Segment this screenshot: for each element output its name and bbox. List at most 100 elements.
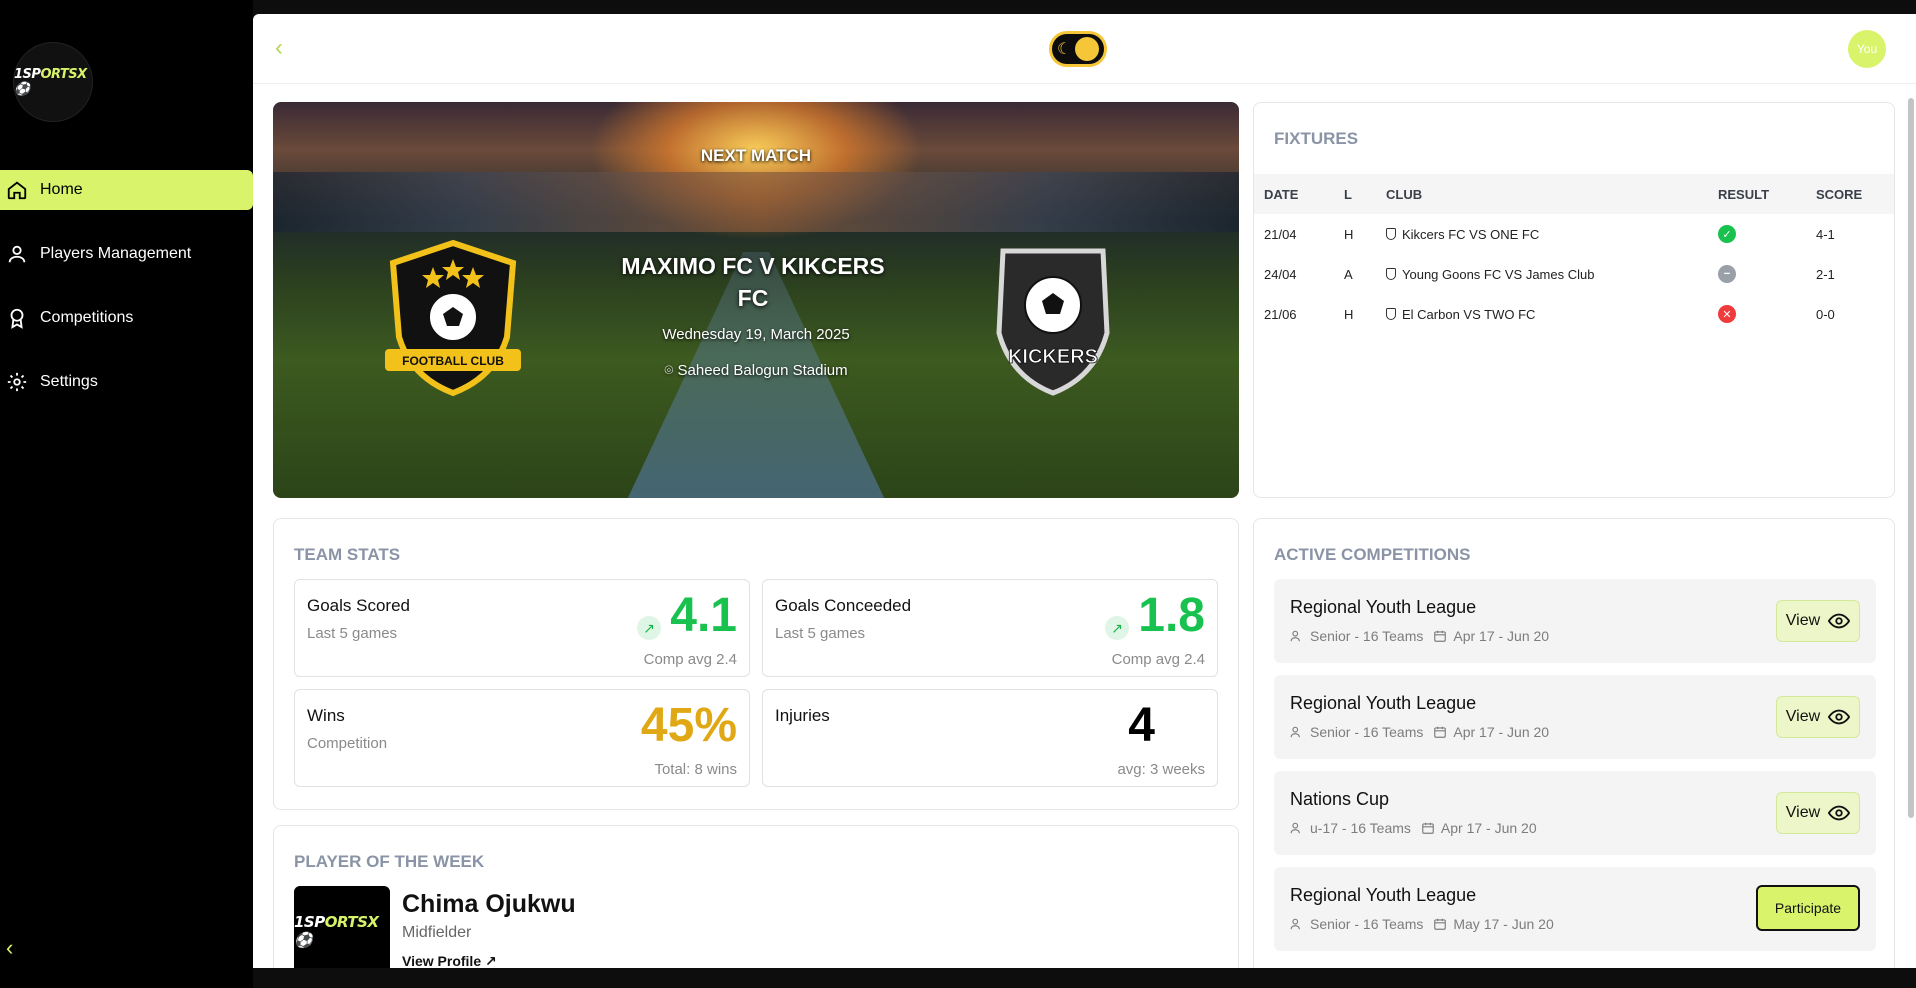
fixture-score: 4-1 [1816, 226, 1835, 242]
column-header-result: RESULT [1718, 186, 1770, 202]
eye-icon [1828, 805, 1851, 821]
player-of-week-card: PLAYER OF THE WEEK 1SPORTSX⚽ Chima Ojukw… [273, 825, 1239, 968]
sidebar-item-label: Settings [40, 373, 98, 390]
x-circle-icon: ✕ [1718, 305, 1736, 323]
match-title: MAXIMO FC V KIKCERS FC [621, 253, 885, 311]
location-pin-icon: ⌾ [664, 362, 674, 379]
competition-meta: Senior - 16 Teams Apr 17 - Jun 20 [1290, 628, 1549, 644]
next-match-banner: NEXT MATCH FOOTBALL CLUB MAXIMO FC V KIK… [273, 102, 1239, 498]
view-button[interactable]: View [1776, 600, 1860, 642]
avatar[interactable]: You [1848, 30, 1886, 68]
stat-sub: Competition [307, 735, 388, 752]
sidebar-item-label: Players Management [40, 245, 192, 262]
view-button[interactable]: View [1776, 792, 1860, 834]
home-icon [7, 181, 27, 200]
fixture-score: 2-1 [1816, 266, 1835, 282]
fixture-date: 24/04 [1264, 266, 1297, 282]
stat-sub: Last 5 games [775, 625, 866, 642]
sidebar-item-competitions[interactable]: Competitions [0, 298, 253, 338]
trend-up-icon: ↗ [1105, 616, 1129, 640]
stat-goals-conceded: Goals Conceeded Last 5 games ↗ 1.8 Comp … [762, 579, 1218, 677]
stat-foot: Total: 8 wins [654, 761, 737, 778]
trend-up-icon: ↗ [637, 616, 661, 640]
competition-meta: Senior - 16 Teams May 17 - Jun 20 [1290, 916, 1554, 932]
sidebar-item-home[interactable]: Home [0, 170, 253, 210]
stat-wins: Wins Competition 45% Total: 8 wins [294, 689, 750, 787]
active-competitions-title: ACTIVE COMPETITIONS [1274, 545, 1471, 564]
fixtures-title: FIXTURES [1274, 129, 1359, 148]
award-icon [10, 308, 24, 329]
logo-text: 1SPORTSX⚽ [14, 67, 87, 97]
eye-icon [1828, 613, 1851, 629]
vertical-scrollbar[interactable] [1908, 98, 1914, 818]
back-chevron-icon[interactable]: ‹ [275, 34, 283, 62]
stat-value: 1.8 [1138, 589, 1205, 642]
fixture-location: H [1344, 226, 1354, 242]
away-crest-text: KICKERS [1008, 346, 1098, 368]
competition-name: Regional Youth League [1290, 693, 1477, 713]
external-arrow-icon: ↗ [485, 953, 497, 968]
stat-injuries: Injuries 4 avg: 3 weeks [762, 689, 1218, 787]
list-item: Regional Youth League Senior - 16 Teams … [1274, 867, 1876, 951]
users-icon [1290, 918, 1300, 930]
team-stats-title: TEAM STATS [294, 545, 401, 564]
column-header-score: SCORE [1816, 186, 1863, 202]
fixture-club: El Carbon VS TWO FC [1376, 294, 1708, 334]
player-of-week-title: PLAYER OF THE WEEK [294, 852, 485, 871]
stat-foot: avg: 3 weeks [1117, 761, 1205, 778]
venue-label: Saheed Balogun Stadium [677, 362, 848, 379]
competition-name: Regional Youth League [1290, 597, 1477, 617]
sidebar-item-players-management[interactable]: Players Management [0, 234, 253, 274]
list-item: Regional Youth League Senior - 16 Teams … [1274, 675, 1876, 759]
theme-toggle[interactable]: ☾ [1049, 31, 1107, 67]
main-panel: ‹ ☾ You NEXT MATCH FOOTBALL CLUB MAXIMO … [253, 14, 1916, 968]
sidebar: 1SPORTSX⚽ Home Players Management Compet… [0, 0, 253, 988]
table-row[interactable]: 24/04 A Young Goons FC VS James Club − 2… [1254, 254, 1894, 294]
column-header-club: CLUB [1386, 186, 1423, 202]
stat-foot: Comp avg 2.4 [643, 651, 737, 668]
table-row[interactable]: 21/04 H Kikcers FC VS ONE FC ✓ 4-1 [1254, 214, 1894, 254]
sidebar-item-settings[interactable]: Settings [0, 362, 253, 402]
table-row[interactable]: 21/06 H El Carbon VS TWO FC ✕ 0-0 [1254, 294, 1894, 334]
collapse-sidebar-icon[interactable]: ‹ [6, 935, 13, 961]
list-item: Nations Cup u-17 - 16 Teams Apr 17 - Jun… [1274, 771, 1876, 855]
moon-icon: ☾ [1057, 41, 1072, 58]
competition-meta: u-17 - 16 Teams Apr 17 - Jun 20 [1290, 820, 1537, 836]
competition-name: Nations Cup [1290, 789, 1390, 809]
team-stats-card: TEAM STATS Goals Scored Last 5 games ↗ 4… [273, 518, 1239, 810]
sidebar-item-label: Competitions [40, 309, 134, 326]
competition-meta: Senior - 16 Teams Apr 17 - Jun 20 [1290, 724, 1549, 740]
calendar-icon [1434, 726, 1447, 738]
fixture-club: Young Goons FC VS James Club [1376, 254, 1708, 294]
users-icon [1290, 822, 1300, 834]
shield-icon [1386, 267, 1396, 280]
fixture-result: ✕ [1708, 294, 1806, 334]
player-position: Midfielder [402, 924, 472, 941]
brand-logo[interactable]: 1SPORTSX⚽ [13, 42, 93, 122]
sidebar-item-label: Home [40, 181, 83, 198]
active-competitions-card: ACTIVE COMPETITIONS Regional Youth Leagu… [1253, 518, 1895, 968]
column-header-date: DATE [1264, 186, 1299, 202]
fixture-location: A [1344, 266, 1353, 282]
column-header-location: L [1344, 186, 1352, 202]
calendar-icon [1434, 630, 1447, 642]
player-photo: 1SPORTSX⚽ [294, 886, 390, 968]
stat-goals-scored: Goals Scored Last 5 games ↗ 4.1 Comp avg… [294, 579, 750, 677]
list-item: Regional Youth League Senior - 16 Teams … [1274, 579, 1876, 663]
calendar-icon [1422, 822, 1434, 834]
view-button[interactable]: View [1776, 696, 1860, 738]
view-profile-link[interactable]: View Profile ↗ [402, 953, 497, 968]
fixtures-table: DATE L CLUB RESULT SCORE 21/04 H Kikcers… [1254, 174, 1894, 334]
player-name: Chima Ojukwu [402, 890, 576, 918]
fixture-date: 21/04 [1264, 226, 1297, 242]
player-photo-logo: 1SPORTSX⚽ [294, 913, 379, 949]
users-icon [1290, 630, 1300, 642]
participate-button[interactable]: Participate [1756, 885, 1860, 931]
stat-label: Wins [307, 706, 345, 725]
gear-icon [7, 372, 27, 392]
stat-sub: Last 5 games [307, 625, 398, 642]
away-team-crest: KICKERS [996, 248, 1110, 396]
competition-name: Regional Youth League [1290, 885, 1477, 905]
fixture-location: H [1344, 306, 1354, 322]
shield-icon [1386, 307, 1396, 320]
